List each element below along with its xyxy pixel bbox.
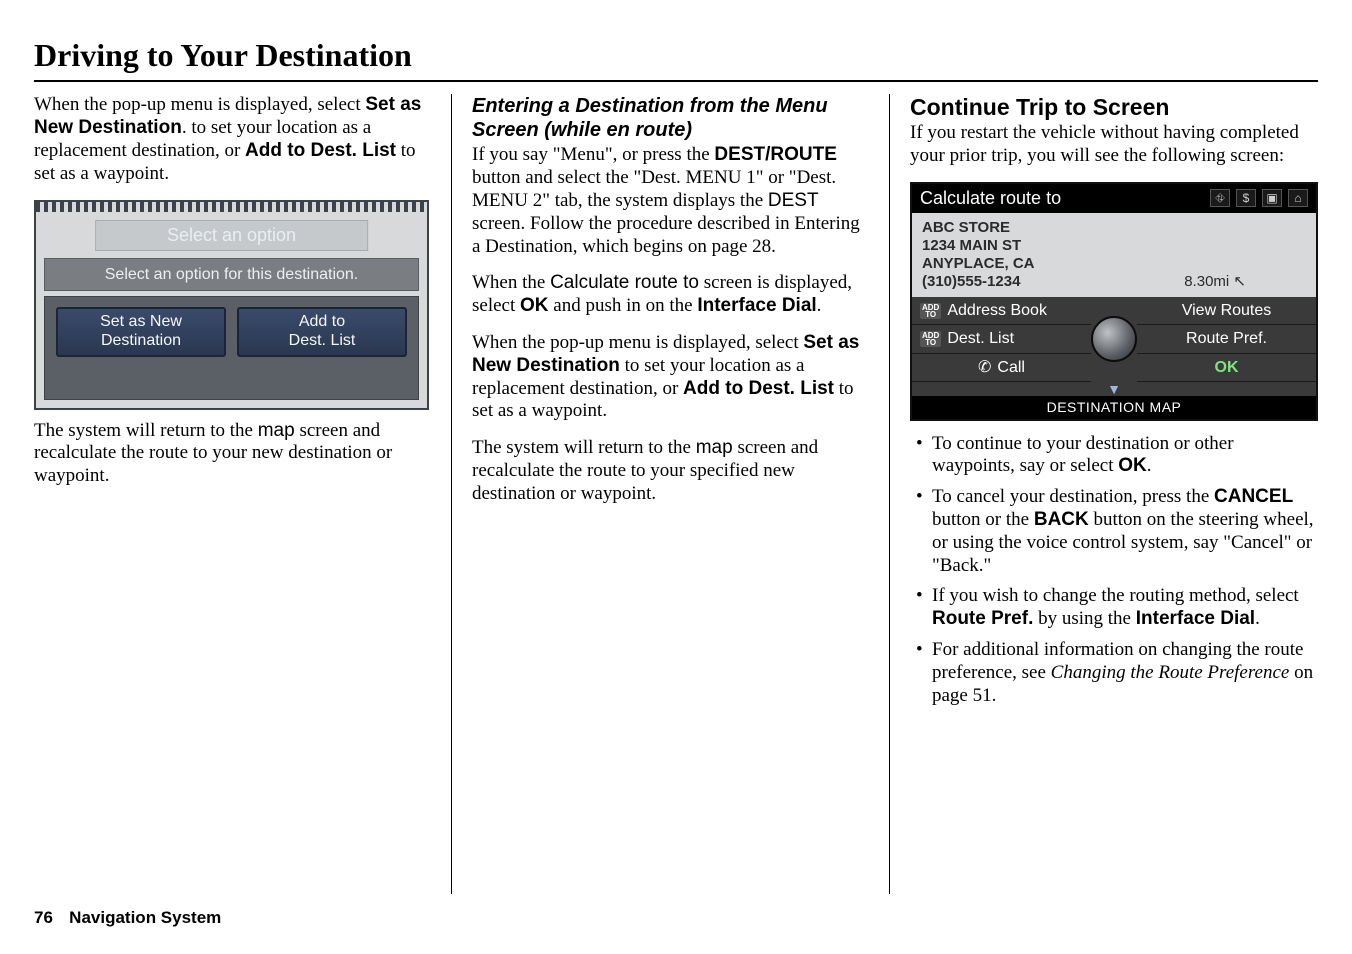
page-title: Driving to Your Destination bbox=[34, 36, 1318, 82]
dest-name: ABC STORE bbox=[922, 219, 1306, 237]
ss2-dial bbox=[1091, 297, 1137, 382]
ss2-title-icons: ⛗ $ ▣ ⌂ bbox=[1210, 189, 1308, 207]
phone-icon: ✆ bbox=[978, 358, 991, 377]
dest-addr2: ANYPLACE, CA bbox=[922, 255, 1306, 273]
ss2-right-col: View Routes Route Pref. OK bbox=[1137, 297, 1316, 382]
col3-bullets: To continue to your destination or other… bbox=[910, 433, 1318, 708]
col2-p1: If you say "Menu", or press the DEST/ROU… bbox=[472, 144, 869, 258]
ss2-title-bar: Calculate route to ⛗ $ ▣ ⌂ bbox=[912, 184, 1316, 214]
ss1-title: Select an option bbox=[95, 220, 369, 252]
footer-section: Navigation System bbox=[69, 908, 221, 927]
ss2-left-col: ADD TOAddress Book ADD TODest. List ✆Cal… bbox=[912, 297, 1091, 382]
columns: When the pop-up menu is displayed, selec… bbox=[34, 94, 1318, 894]
col2-p4: The system will return to the map screen… bbox=[472, 437, 869, 505]
add-to-dest-list-button: Add to Dest. List bbox=[237, 307, 407, 357]
ferry-icon: ▣ bbox=[1262, 189, 1282, 207]
dest-list-button: ADD TODest. List bbox=[912, 325, 1091, 353]
col3-p1: If you restart the vehicle without havin… bbox=[910, 122, 1318, 168]
column-2: Entering a Destination from the Menu Scr… bbox=[451, 94, 889, 894]
page-footer: 76 Navigation System bbox=[34, 908, 221, 928]
dest-phone: (310)555-1234 bbox=[922, 273, 1306, 291]
ss1-subtitle: Select an option for this destination. bbox=[44, 258, 419, 291]
freeway-icon: ⛗ bbox=[1210, 189, 1230, 207]
screenshot-select-option: Select an option Select an option for th… bbox=[34, 200, 429, 410]
page-number: 76 bbox=[34, 908, 53, 927]
bullet-4: For additional information on changing t… bbox=[910, 639, 1318, 707]
col2-p3: When the pop-up menu is displayed, selec… bbox=[472, 332, 869, 423]
call-button: ✆Call bbox=[912, 354, 1091, 382]
route-pref-button: Route Pref. bbox=[1137, 325, 1316, 353]
view-routes-button: View Routes bbox=[1137, 297, 1316, 325]
set-as-new-destination-button: Set as New Destination bbox=[56, 307, 226, 357]
col1-p2: The system will return to the map screen… bbox=[34, 420, 431, 488]
toll-icon: $ bbox=[1236, 189, 1256, 207]
address-book-button: ADD TOAddress Book bbox=[912, 297, 1091, 325]
dest-addr1: 1234 MAIN ST bbox=[922, 237, 1306, 255]
bullet-3: If you wish to change the routing method… bbox=[910, 585, 1318, 631]
ss2-title-text: Calculate route to bbox=[920, 188, 1061, 210]
interface-dial-icon bbox=[1091, 316, 1137, 362]
cursor-icon: ↖ bbox=[1233, 273, 1246, 290]
lock-icon: ⌂ bbox=[1288, 189, 1308, 207]
screenshot-calculate-route: Calculate route to ⛗ $ ▣ ⌂ ABC STORE 123… bbox=[910, 182, 1318, 421]
bullet-2: To cancel your destination, press the CA… bbox=[910, 486, 1318, 577]
ss2-footer: DESTINATION MAP bbox=[912, 396, 1316, 419]
bullet-1: To continue to your destination or other… bbox=[910, 433, 1318, 479]
ss1-body: Set as New Destination Add to Dest. List bbox=[44, 296, 419, 400]
dest-distance: 8.30mi ↖ bbox=[1184, 273, 1246, 291]
screenshot-decor bbox=[36, 202, 427, 212]
col2-p2: When the Calculate route to screen is di… bbox=[472, 272, 869, 318]
col2-heading: Entering a Destination from the Menu Scr… bbox=[472, 94, 869, 142]
col3-heading: Continue Trip to Screen bbox=[910, 94, 1318, 122]
ok-button: OK bbox=[1137, 354, 1316, 382]
col1-p1: When the pop-up menu is displayed, selec… bbox=[34, 94, 431, 185]
ss2-destination-info: ABC STORE 1234 MAIN ST ANYPLACE, CA (310… bbox=[912, 213, 1316, 297]
column-3: Continue Trip to Screen If you restart t… bbox=[889, 94, 1318, 894]
column-1: When the pop-up menu is displayed, selec… bbox=[34, 94, 451, 894]
ss2-options-grid: ADD TOAddress Book ADD TODest. List ✆Cal… bbox=[912, 297, 1316, 382]
down-arrow-icon: ▼ bbox=[912, 382, 1316, 396]
